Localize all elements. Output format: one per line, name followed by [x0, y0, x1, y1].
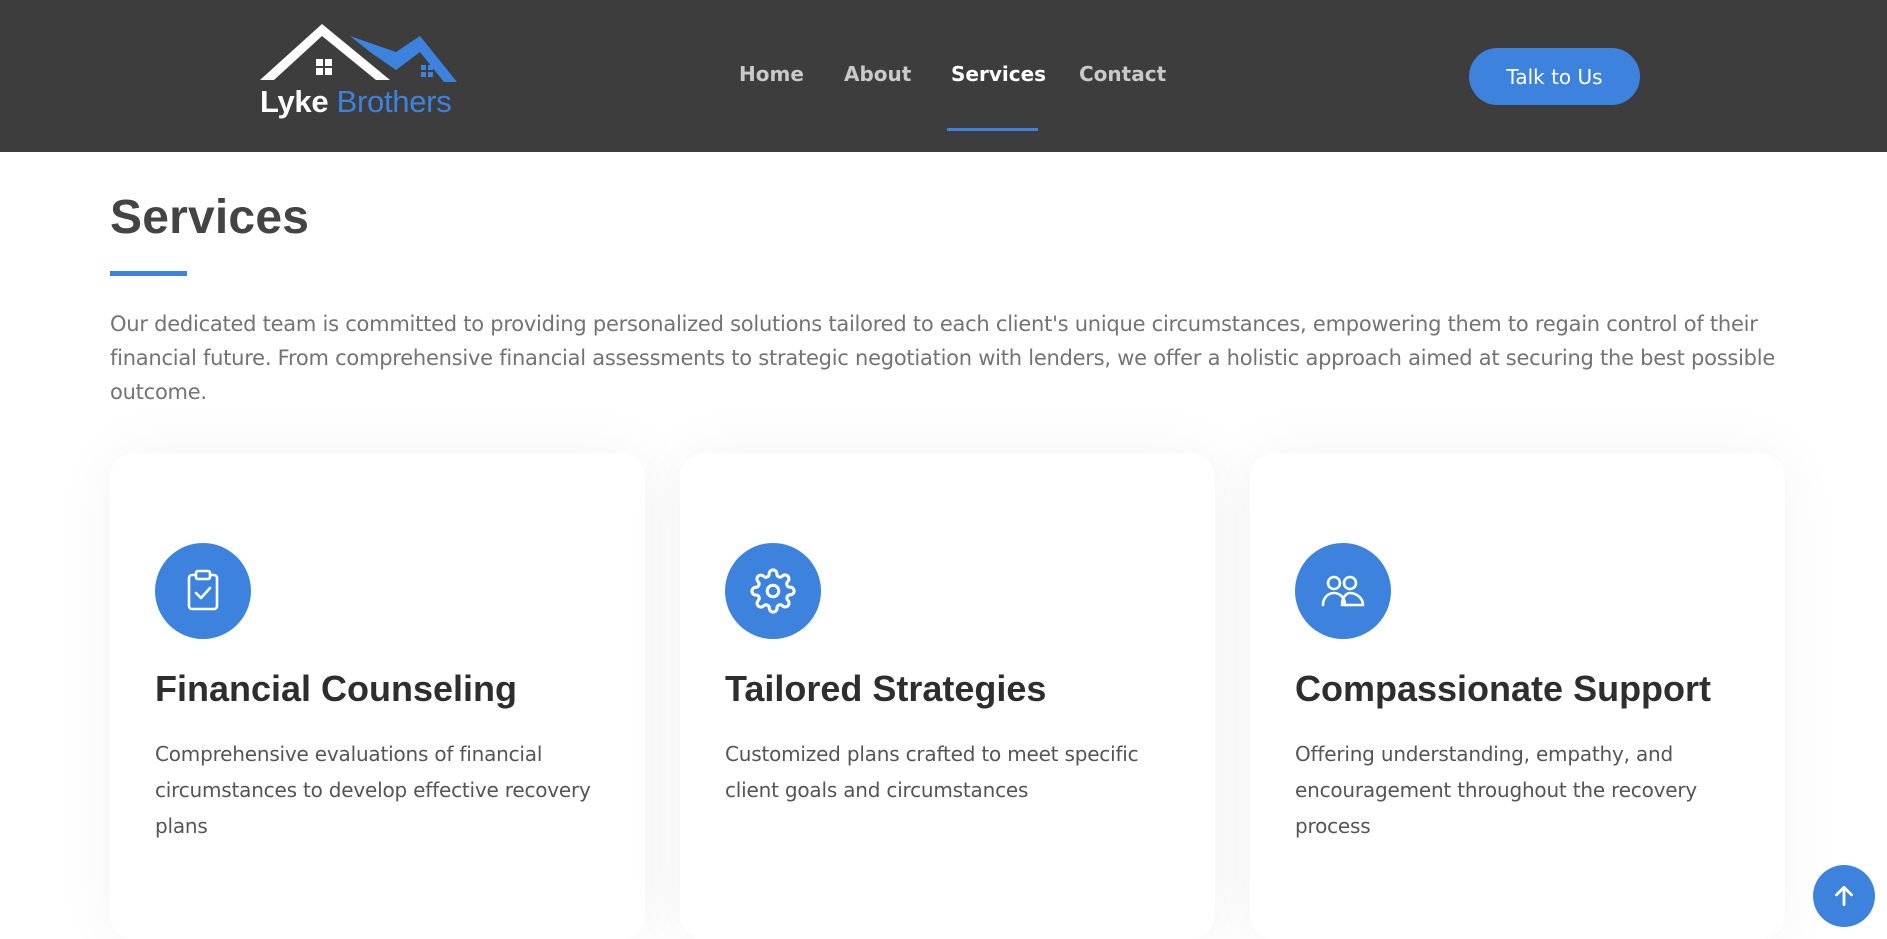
card-text: Offering understanding, empathy, and enc…: [1295, 742, 1698, 838]
nav-item-contact[interactable]: Contact: [1079, 62, 1166, 86]
brand-name-part1: Lyke: [260, 84, 329, 119]
service-card-tailored-strategies: Tailored Strategies Customized plans cra…: [680, 453, 1215, 939]
scroll-to-top-button[interactable]: [1813, 865, 1875, 927]
brand-name-part2: Brothers: [336, 84, 452, 119]
service-card-financial-counseling: Financial Counseling Comprehensive evalu…: [110, 453, 645, 939]
brand-logo[interactable]: Lyke Brothers: [260, 24, 460, 120]
house-roof-icon: [260, 24, 457, 82]
active-nav-indicator: [947, 128, 1038, 131]
nav-item-services[interactable]: Services: [951, 62, 1046, 86]
users-icon: [1295, 543, 1391, 639]
nav-item-home[interactable]: Home: [739, 62, 804, 86]
arrow-up-icon: [1835, 885, 1853, 907]
card-text: Comprehensive evaluations of financial c…: [155, 742, 591, 838]
brand-name: Lyke Brothers: [260, 84, 452, 120]
clipboard-check-icon: [155, 543, 251, 639]
nav-item-about[interactable]: About: [844, 62, 911, 86]
gear-icon: [725, 543, 821, 639]
card-title: Financial Counseling: [155, 668, 518, 709]
site-header: Lyke Brothers Home About Services Contac…: [0, 0, 1887, 152]
title-underline: [110, 271, 187, 276]
card-title: Compassionate Support: [1295, 668, 1712, 709]
talk-to-us-button[interactable]: Talk to Us: [1469, 48, 1640, 105]
intro-paragraph: Our dedicated team is committed to provi…: [110, 312, 1775, 404]
page-title: Services: [110, 191, 310, 244]
service-card-compassionate-support: Compassionate Support Offering understan…: [1250, 453, 1785, 939]
card-text: Customized plans crafted to meet specifi…: [725, 742, 1139, 802]
card-title: Tailored Strategies: [725, 668, 1047, 709]
